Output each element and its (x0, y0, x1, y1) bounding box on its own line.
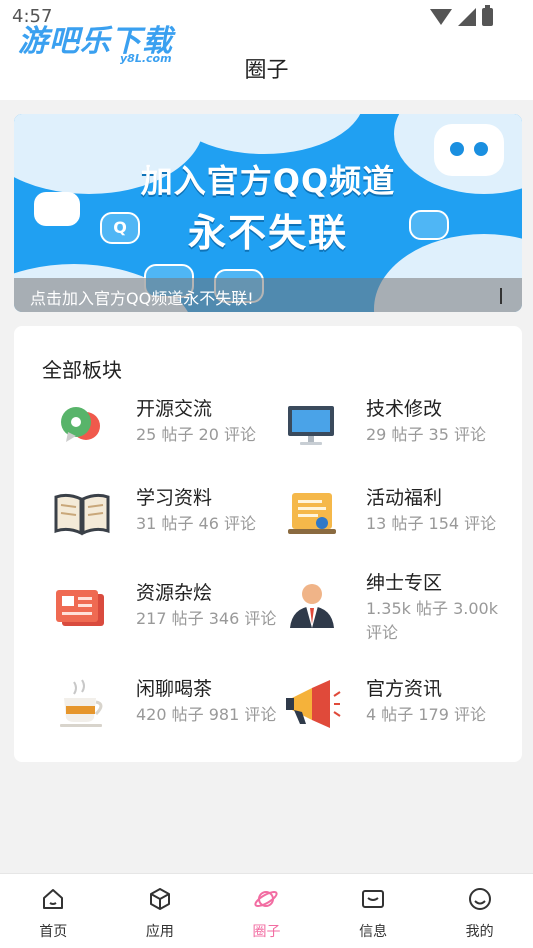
section-item-open-source[interactable]: 开源交流 25 帖子 20 评论 (52, 394, 292, 464)
open-book-icon (54, 493, 110, 536)
megaphone-icon (286, 680, 341, 728)
nav-item-messages[interactable]: 信息 (320, 874, 427, 948)
section-name: 绅士专区 (366, 572, 443, 594)
section-stats: 13 帖子 154 评论 (366, 514, 497, 533)
section-stats: 420 帖子 981 评论 (136, 705, 277, 724)
section-item-official-news[interactable]: 官方资讯 4 帖子 179 评论 (282, 674, 522, 744)
wifi-icon (430, 9, 452, 25)
sections-card: 全部板块 开源交流 25 帖子 20 评论 技术修改 29 帖子 35 评论 学… (14, 326, 522, 762)
nav-label: 首页 (39, 924, 68, 940)
nav-item-circle[interactable]: 圈子 (213, 874, 320, 948)
section-stats: 31 帖子 46 评论 (136, 514, 256, 533)
section-name: 技术修改 (366, 398, 443, 420)
nav-label: 信息 (359, 924, 388, 940)
bubble-dot (474, 142, 488, 156)
section-stats: 29 帖子 35 评论 (366, 425, 486, 444)
mail-icon (362, 890, 385, 908)
section-name: 资源杂烩 (136, 582, 213, 604)
section-item-events[interactable]: 活动福利 13 帖子 154 评论 (282, 483, 522, 553)
sections-title: 全部板块 (42, 358, 122, 382)
bubble-dot (450, 142, 464, 156)
nav-label: 圈子 (252, 924, 281, 940)
status-icons (430, 5, 493, 26)
red-card-icon (56, 590, 104, 626)
section-item-gentleman[interactable]: 绅士专区 1.35k 帖子 3.00k 评论 (282, 568, 522, 642)
section-stats: 1.35k 帖子 3.00k 评论 (366, 599, 498, 642)
nav-label: 应用 (145, 924, 174, 940)
smile-icon (468, 888, 491, 910)
banner-headline: 加入官方QQ频道 (140, 162, 396, 200)
certificate-icon (288, 493, 336, 534)
section-item-tea-chat[interactable]: 闲聊喝茶 420 帖子 981 评论 (52, 674, 292, 744)
section-item-resources[interactable]: 资源杂烩 217 帖子 346 评论 (52, 578, 292, 648)
section-name: 官方资讯 (366, 678, 443, 700)
nav-item-home[interactable]: 首页 (0, 874, 107, 948)
section-item-tech[interactable]: 技术修改 29 帖子 35 评论 (282, 394, 522, 464)
section-stats: 4 帖子 179 评论 (366, 705, 486, 724)
qq-channel-banner[interactable]: Q 加入官方QQ频道 永不失联 点击加入官方QQ频道永不失联! (14, 114, 522, 312)
battery-icon (482, 5, 493, 26)
banner-page-indicator (500, 288, 502, 304)
bottom-navigation: 首页 应用 圈子 信息 我的 (0, 873, 533, 948)
signal-icon (458, 8, 476, 26)
chat-bubbles-icon (61, 407, 100, 442)
planet-icon (254, 891, 279, 907)
cube-icon (149, 888, 170, 910)
nav-item-profile[interactable]: 我的 (426, 874, 533, 948)
section-name: 开源交流 (136, 398, 213, 420)
section-stats: 25 帖子 20 评论 (136, 425, 256, 444)
tea-cup-icon (60, 679, 103, 727)
top-bar: 4:57 游吧乐下载 y8L.com 圈子 (0, 0, 533, 100)
page-title: 圈子 (244, 58, 289, 83)
banner-caption: 点击加入官方QQ频道永不失联! (30, 289, 254, 308)
section-name: 活动福利 (366, 487, 443, 509)
nav-item-apps[interactable]: 应用 (107, 874, 214, 948)
section-name: 学习资料 (136, 487, 213, 509)
home-icon (43, 889, 64, 909)
gentleman-icon (290, 584, 334, 628)
section-item-study[interactable]: 学习资料 31 帖子 46 评论 (52, 483, 292, 553)
section-stats: 217 帖子 346 评论 (136, 609, 277, 628)
monitor-icon (288, 406, 334, 445)
banner-caption-bar: 点击加入官方QQ频道永不失联! (14, 278, 522, 312)
nav-label: 我的 (465, 924, 494, 940)
banner-subheadline: 永不失联 (187, 211, 348, 255)
section-name: 闲聊喝茶 (136, 678, 213, 700)
